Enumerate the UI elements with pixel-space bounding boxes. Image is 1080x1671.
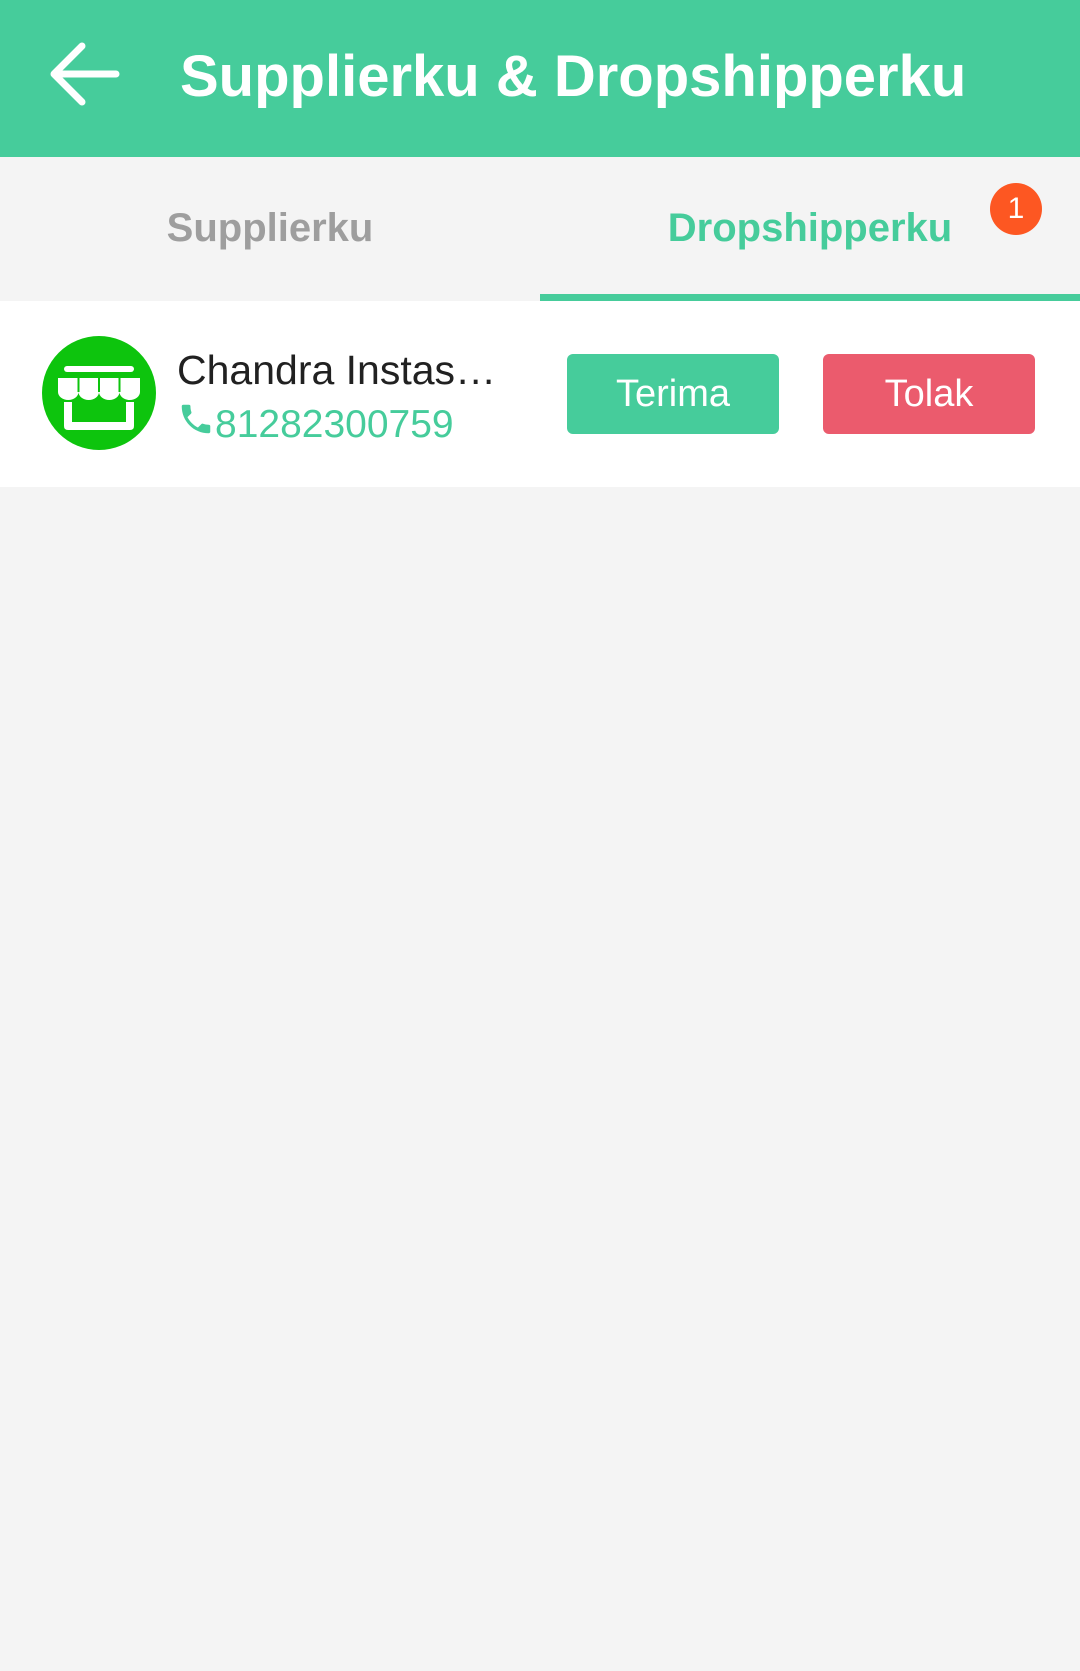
tab-supplierku[interactable]: Supplierku	[0, 157, 540, 301]
page-title: Supplierku & Dropshipperku	[180, 44, 967, 109]
accept-button[interactable]: Terima	[567, 354, 779, 434]
arrow-left-icon	[50, 42, 120, 106]
phone-number: 81282300759	[177, 399, 454, 451]
request-list: Chandra Instash… 81282300759 Terima Tola…	[0, 301, 1080, 487]
reject-button[interactable]: Tolak	[823, 354, 1035, 434]
back-button[interactable]	[44, 36, 126, 112]
phone-icon	[177, 399, 215, 439]
phone-text: 81282300759	[215, 403, 454, 446]
store-icon	[42, 336, 156, 450]
tab-label: Supplierku	[166, 206, 374, 250]
avatar	[42, 336, 156, 450]
dropshipper-name: Chandra Instash…	[177, 347, 517, 393]
tab-indicator	[540, 294, 1080, 301]
notification-badge: 1	[990, 183, 1042, 235]
app-bar: Supplierku & Dropshipperku	[0, 0, 1080, 157]
list-item: Chandra Instash… 81282300759 Terima Tola…	[0, 301, 1080, 487]
tab-bar: Supplierku Dropshipperku	[0, 157, 1080, 301]
